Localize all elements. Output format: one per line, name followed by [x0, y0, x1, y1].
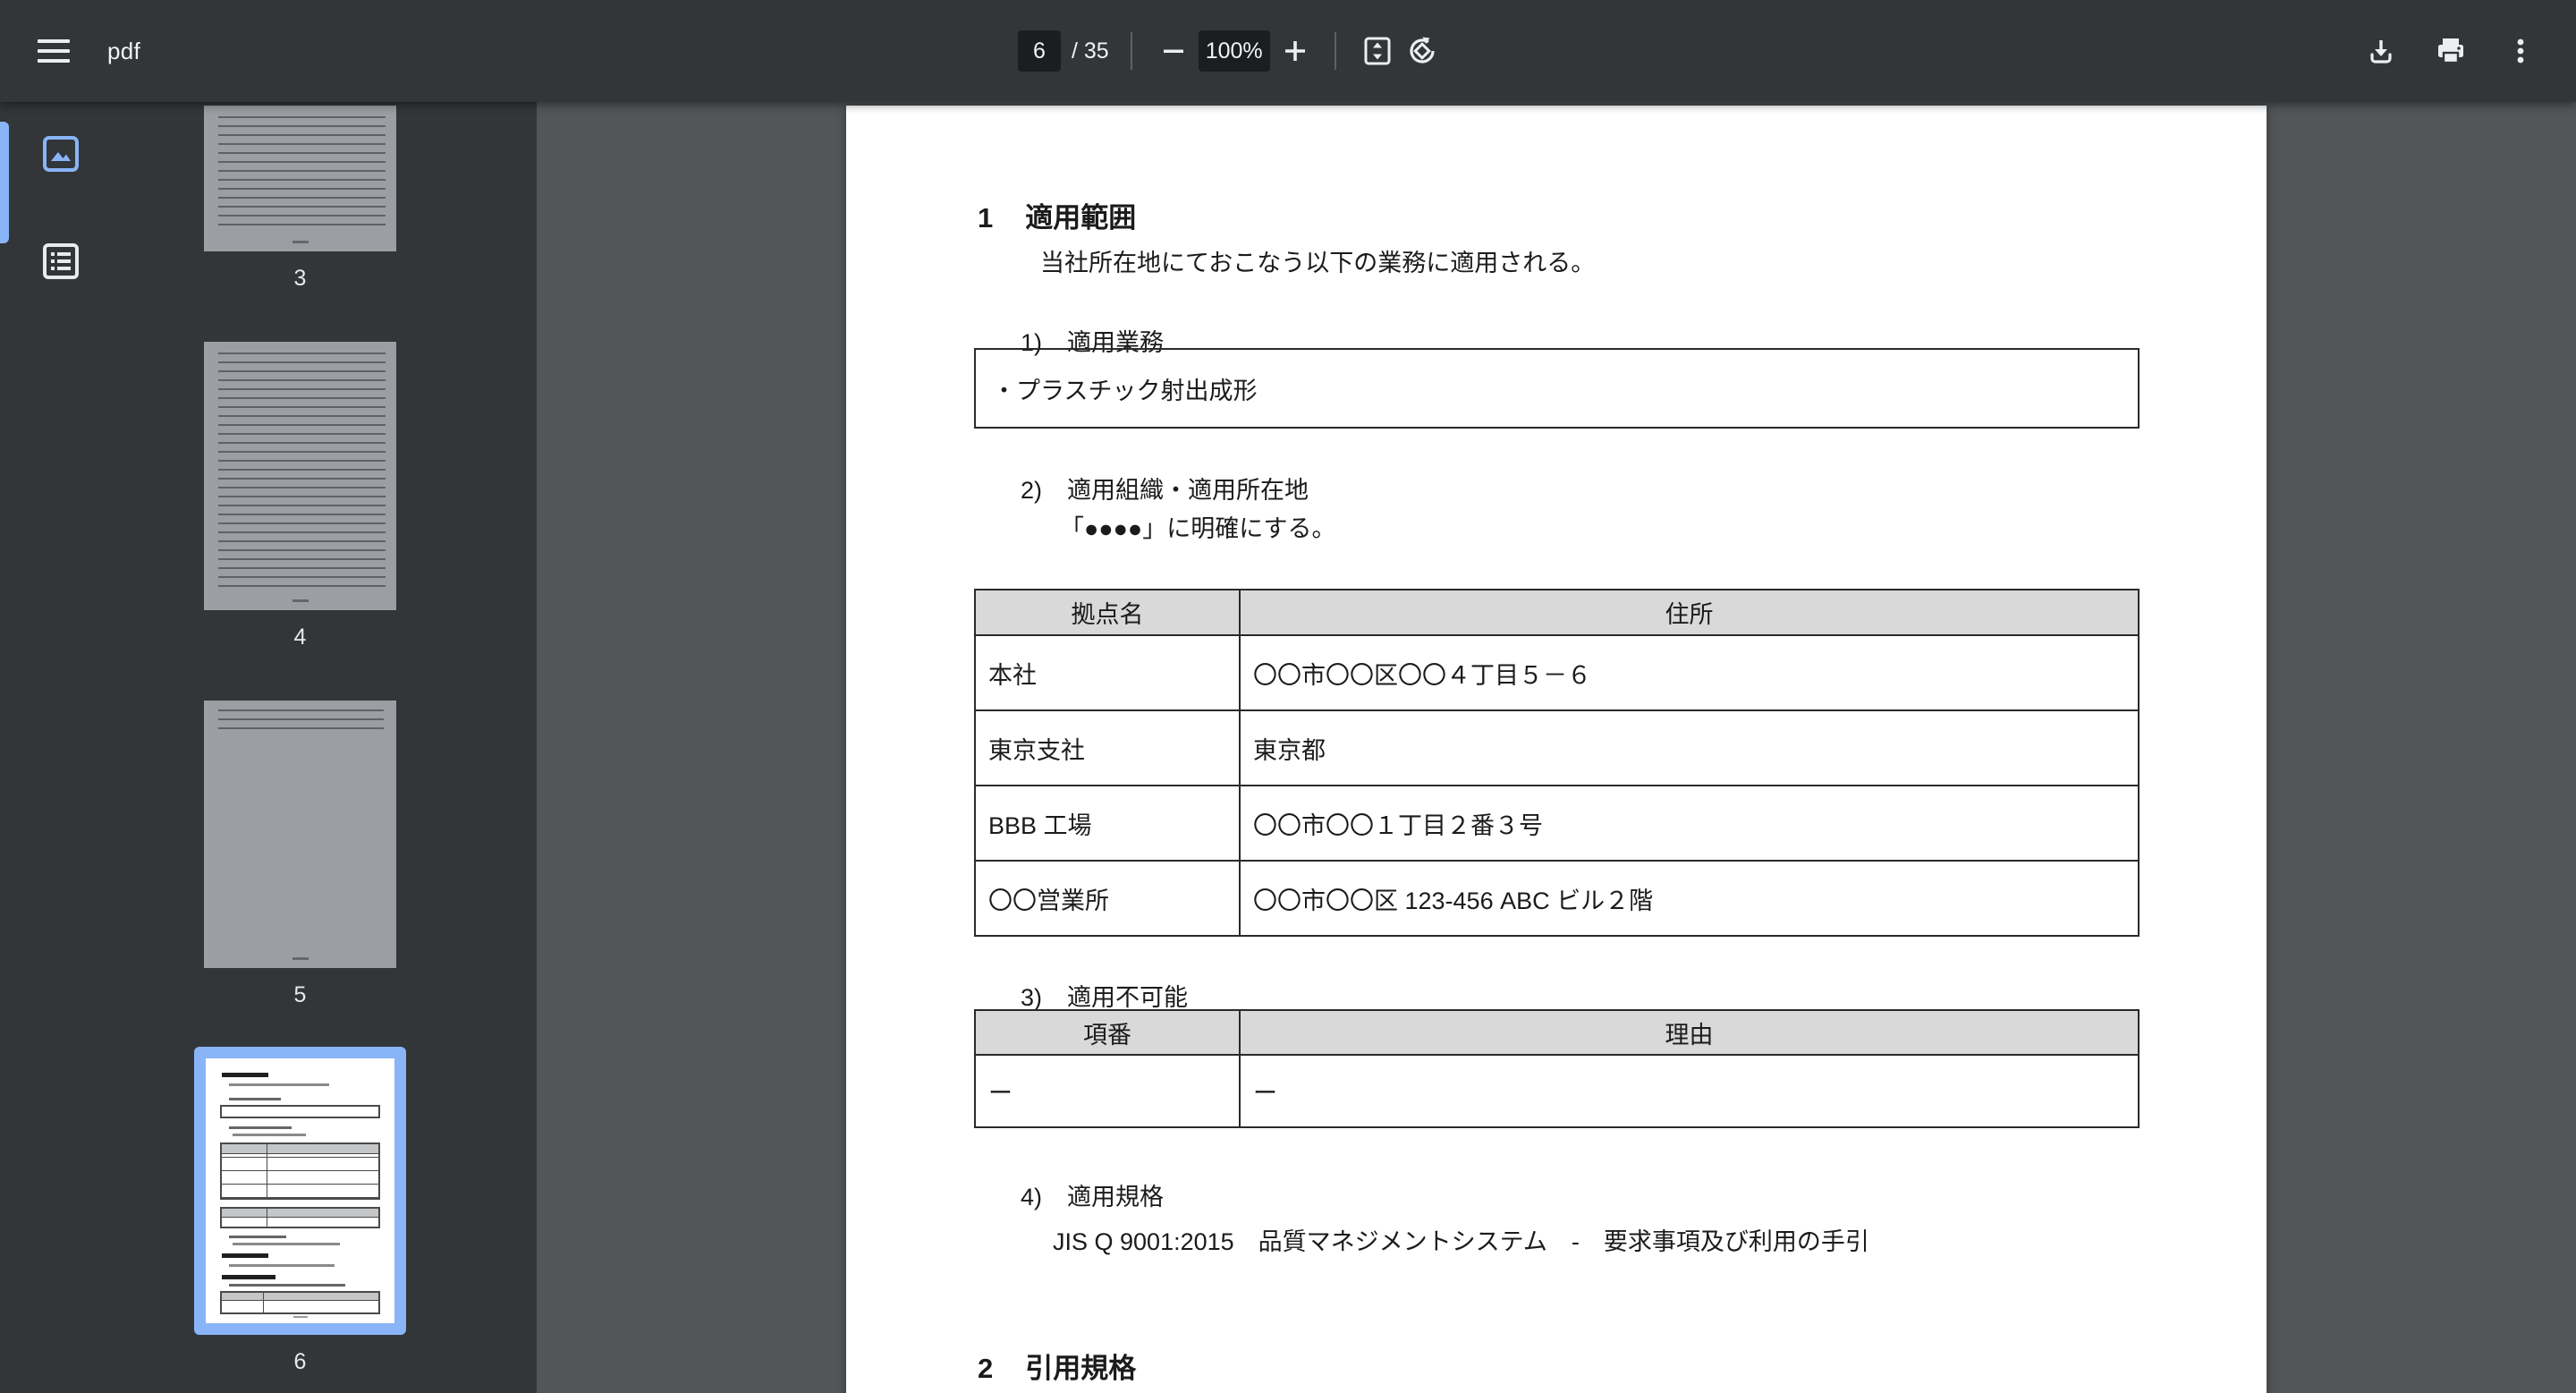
toolbar-left: pdf — [0, 0, 140, 102]
page-thumbnail-selected[interactable] — [194, 1047, 406, 1335]
table-header-row: 拠点名 住所 — [976, 590, 2138, 634]
subsection-2-heading: 2) 適用組織・適用所在地 — [1021, 471, 1309, 505]
thumbnail-sidebar: 3 4 5 6 — [0, 102, 537, 1393]
applicable-business-text: ・プラスチック射出成形 — [992, 377, 1258, 404]
toolbar-right — [2361, 0, 2546, 102]
table-row: BBB 工場 〇〇市〇〇１丁目２番３号 — [976, 785, 2138, 860]
rotate-button[interactable] — [1402, 31, 1442, 71]
fit-page-icon — [1364, 37, 1391, 65]
print-icon — [2438, 38, 2463, 64]
section-number: 1 — [978, 202, 994, 234]
applicable-business-box: ・プラスチック射出成形 — [974, 348, 2140, 429]
thumbnail-page-4: 4 — [204, 342, 396, 650]
pdf-viewer-window: pdf / 35 100% — [0, 0, 2576, 1393]
thumbnail-page-5: 5 — [204, 701, 396, 1008]
header-cell: 項番 — [976, 1011, 1241, 1054]
subsection-3-heading: 3) 適用不可能 — [1021, 978, 1188, 1013]
print-button[interactable] — [2431, 31, 2470, 71]
toolbar-divider — [1130, 32, 1132, 70]
subsection-label: 2) — [1021, 477, 1043, 504]
subsection-label: 3) — [1021, 984, 1043, 1011]
exclusion-table: 項番 理由 ー ー — [974, 1009, 2140, 1128]
site-name-cell: 東京支社 — [976, 711, 1241, 785]
hamburger-menu-icon — [38, 39, 70, 63]
page-thumbnail[interactable] — [204, 106, 396, 251]
more-vertical-icon — [2517, 38, 2524, 64]
section-number: 2 — [978, 1353, 994, 1384]
toolbar-divider — [1334, 32, 1336, 70]
organization-note: 「●●●●」に明確にする。 — [1060, 515, 1336, 542]
address-cell: 〇〇市〇〇１丁目２番３号 — [1253, 811, 1543, 839]
thumbnail-label: 5 — [293, 982, 307, 1007]
thumbnail-preview — [206, 1058, 394, 1323]
toolbar-center: / 35 100% — [1018, 0, 1447, 102]
outline-icon — [43, 243, 79, 279]
thumbnail-label: 4 — [293, 624, 307, 650]
menu-button[interactable] — [25, 22, 82, 80]
location-table: 拠点名 住所 本社 〇〇市〇〇区〇〇４丁目５－６ 東京支社 東京都 BBB 工場… — [974, 589, 2140, 937]
site-name-cell: BBB 工場 — [976, 786, 1241, 860]
thumbnail-label: 6 — [293, 1349, 307, 1374]
table-row: 〇〇営業所 〇〇市〇〇区 123-456 ABC ビル２階 — [976, 860, 2138, 935]
thumbnails-icon — [43, 136, 79, 172]
subsection-title: 適用規格 — [1067, 1184, 1165, 1210]
header-cell: 住所 — [1665, 601, 1714, 628]
pdf-page-6: 1 適用範囲 当社所在地にておこなう以下の業務に適用される。 1) 適用業務 ・プラ… — [846, 106, 2267, 1393]
thumbnail-page-3: 3 — [204, 106, 396, 292]
outline-panel-button[interactable] — [36, 236, 86, 286]
address-cell: 東京都 — [1253, 736, 1326, 764]
document-viewport[interactable]: 1 適用範囲 当社所在地にておこなう以下の業務に適用される。 1) 適用業務 ・プラ… — [537, 102, 2576, 1393]
table-row: 本社 〇〇市〇〇区〇〇４丁目５－６ — [976, 634, 2138, 709]
zoom-level-input[interactable]: 100% — [1198, 30, 1270, 72]
minus-icon — [1163, 49, 1183, 53]
zoom-out-button[interactable] — [1154, 31, 1193, 71]
subsection-title: 適用不可能 — [1067, 984, 1189, 1011]
site-name-cell: 〇〇営業所 — [976, 862, 1241, 935]
thumbnail-page-6-selected: 6 — [194, 1047, 406, 1375]
rotate-icon — [1410, 37, 1435, 64]
subsection-label: 4) — [1021, 1184, 1043, 1210]
standard-reference-text: JIS Q 9001:2015 品質マネジメントシステム - 要求事項及び利用の… — [1053, 1228, 1869, 1255]
reason-cell: ー — [1253, 1080, 1277, 1107]
thumbnail-label: 3 — [293, 266, 307, 291]
toolbar: pdf / 35 100% — [0, 0, 2576, 102]
item-number-cell: ー — [976, 1056, 1241, 1126]
header-cell: 拠点名 — [976, 590, 1241, 634]
page-thumbnail[interactable] — [204, 342, 396, 610]
page-count-label: / 35 — [1072, 38, 1109, 64]
download-button[interactable] — [2361, 31, 2401, 71]
thumbnails-panel-button[interactable] — [36, 129, 86, 179]
fit-page-button[interactable] — [1358, 31, 1397, 71]
address-cell: 〇〇市〇〇区 123-456 ABC ビル２階 — [1253, 887, 1654, 914]
page-thumbnail[interactable] — [204, 701, 396, 968]
section-2-heading: 2 引用規格 — [978, 1346, 1136, 1386]
page-number-input[interactable] — [1018, 30, 1061, 72]
site-name-cell: 本社 — [976, 636, 1241, 709]
active-panel-indicator — [0, 122, 9, 243]
table-header-row: 項番 理由 — [976, 1011, 2138, 1054]
more-options-button[interactable] — [2501, 31, 2540, 71]
section-title: 引用規格 — [1025, 1353, 1137, 1384]
table-row: ー ー — [976, 1054, 2138, 1126]
zoom-in-button[interactable] — [1275, 31, 1315, 71]
section-title: 適用範囲 — [1025, 202, 1137, 234]
section-1-heading: 1 適用範囲 — [978, 195, 1136, 235]
table-row: 東京支社 東京都 — [976, 709, 2138, 785]
address-cell: 〇〇市〇〇区〇〇４丁目５－６ — [1253, 661, 1591, 689]
subsection-title: 適用組織・適用所在地 — [1067, 477, 1309, 504]
download-icon — [2370, 40, 2392, 64]
document-title: pdf — [107, 37, 141, 64]
header-cell: 理由 — [1665, 1021, 1714, 1049]
section-1-intro: 当社所在地にておこなう以下の業務に適用される。 — [1040, 250, 1596, 276]
plus-icon — [1284, 41, 1305, 61]
subsection-4-heading: 4) 適用規格 — [1021, 1177, 1164, 1212]
